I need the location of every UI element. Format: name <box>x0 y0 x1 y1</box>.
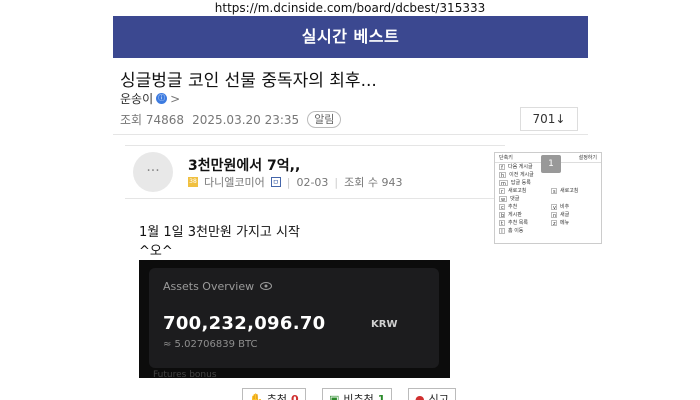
inner-views: 조회 수 943 <box>344 176 403 189</box>
shortcut-desc: 홈 이동 <box>508 228 524 234</box>
level-icon: 38 <box>188 177 198 187</box>
address-bar[interactable]: https://m.dcinside.com/board/dcbest/3153… <box>0 0 700 16</box>
assets-amount: 700,232,096.70 <box>163 313 326 334</box>
shortcut-row: l홈 이동 <box>495 227 601 235</box>
shortcut-key: s <box>551 188 557 195</box>
divider <box>125 145 505 146</box>
post-author[interactable]: 운송이 ⓘ > <box>120 90 180 107</box>
report-label: 신고 <box>428 393 449 400</box>
separator: | <box>334 175 339 189</box>
shortcut-row: c 추천 v 비추 <box>495 203 601 211</box>
body-line-2: ^오^ <box>139 244 173 259</box>
shortcut-desc: 댓글 <box>510 196 520 202</box>
shortcut-desc: 게시판 <box>508 212 522 218</box>
downvote-icon: ▣ <box>329 392 340 400</box>
inner-date: 02-03 <box>296 175 329 189</box>
assets-screenshot: Assets Overview 700,232,096.70 KRW ≈ 5.0… <box>139 260 450 378</box>
shortcut-desc: 추천 <box>508 204 518 210</box>
shortcut-desc: 메뉴 <box>560 220 570 226</box>
note-icon: ㅁ <box>270 177 281 187</box>
shortcut-desc: 비추 <box>560 204 570 210</box>
shortcut-desc: 새로고침 <box>508 188 527 194</box>
author-name: 운송이 <box>120 92 154 106</box>
chevron-right-icon: > <box>170 91 181 106</box>
shortcut-key: n <box>551 212 557 219</box>
header-title: 실시간 베스트 <box>301 27 400 46</box>
alarm-label: 알림 <box>314 113 335 126</box>
shortcut-row: r 새로고침 s 새로고침 <box>495 187 601 195</box>
post-meta: 조회 74868 2025.03.20 23:35 알림 <box>120 111 342 128</box>
shortcut-key: f <box>499 164 505 171</box>
shortcut-key: b <box>499 212 505 219</box>
shortcut-key: m <box>499 180 508 187</box>
inner-post-title: 3천만원에서 7억,, <box>188 158 301 174</box>
divider <box>125 198 505 199</box>
comment-count: 701 <box>532 112 556 126</box>
shortcut-desc: 새글 <box>560 212 570 218</box>
report-icon: ● <box>415 392 425 400</box>
shortcut-desc: 추천 목록 <box>508 220 528 226</box>
shortcut-row: w 댓글 <box>495 195 601 203</box>
shortcut-desc: 답글 등록 <box>510 180 531 186</box>
post-title: 싱글벙글 코인 선물 중독자의 최후... <box>120 71 377 91</box>
shortcut-title: 단축키 <box>499 155 513 161</box>
shortcut-desc: 새로고침 <box>560 188 579 194</box>
recommend-button[interactable]: ✋ 추천 0 <box>242 388 306 400</box>
shortcut-key: t <box>499 220 505 227</box>
view-count: 조회 74868 <box>120 113 185 127</box>
recommend-label: 추천 <box>266 393 287 400</box>
alarm-button[interactable]: 알림 <box>307 111 342 128</box>
downvote-button[interactable]: ▣ 비추천 1 <box>322 388 393 400</box>
assets-btc: ≈ 5.02706839 BTC <box>163 339 258 350</box>
comment-count-button[interactable]: 701↓ <box>520 107 578 131</box>
chevron-down-icon: ↓ <box>555 112 566 126</box>
downvote-count: 1 <box>377 392 386 400</box>
shortcut-key: l <box>499 228 505 235</box>
shortcut-key: c <box>499 204 505 211</box>
shortcut-row: m 답글 등록 <box>495 179 601 187</box>
recommend-count: 0 <box>290 392 299 400</box>
shortcut-key: v <box>551 204 557 211</box>
shortcut-key: w <box>499 196 508 203</box>
author-badge-icon: ⓘ <box>156 93 168 104</box>
body-line-1: 1월 1일 3천만원 가지고 시작 <box>139 225 300 240</box>
assets-label: Assets Overview <box>163 280 255 293</box>
divider <box>113 134 588 135</box>
assets-overview-header: Assets Overview <box>163 280 273 293</box>
page-header: 실시간 베스트 <box>113 16 588 58</box>
avatar-icon: ··· <box>133 152 173 192</box>
shortcut-key: h <box>499 172 507 179</box>
assets-currency: KRW <box>371 319 398 330</box>
separator: | <box>286 175 291 189</box>
inner-post-meta: 38 다니엘코미어 ㅁ | 02-03 | 조회 수 943 <box>188 174 403 190</box>
inner-author: 다니엘코미어 <box>204 176 265 189</box>
shortcut-panel: 단축키 설정하기 1 f 다음 게시글 h 이전 게시글 m 답글 등록 r 새로고침 s 새로고… <box>494 152 602 244</box>
eye-icon <box>260 280 273 293</box>
shortcut-list: f 다음 게시글 h 이전 게시글 m 답글 등록 r 새로고침 s 새로고침 w 댓글 c 추천 v 비추 b… <box>495 163 601 235</box>
assets-faded-text: Futures bonus <box>153 370 217 378</box>
shortcut-setting-link[interactable]: 설정하기 <box>579 154 597 161</box>
report-button[interactable]: ● 신고 <box>408 388 456 400</box>
shortcut-row: b 게시판 n 새글 <box>495 211 601 219</box>
shortcut-row: t 추천 목록 z 메뉴 <box>495 219 601 227</box>
post-date: 2025.03.20 23:35 <box>192 112 300 127</box>
shortcut-badge: 1 <box>541 155 561 173</box>
shortcut-key: z <box>551 220 557 227</box>
downvote-label: 비추천 <box>343 393 374 400</box>
thumbs-up-icon: ✋ <box>249 392 263 400</box>
shortcut-key: r <box>499 188 505 195</box>
